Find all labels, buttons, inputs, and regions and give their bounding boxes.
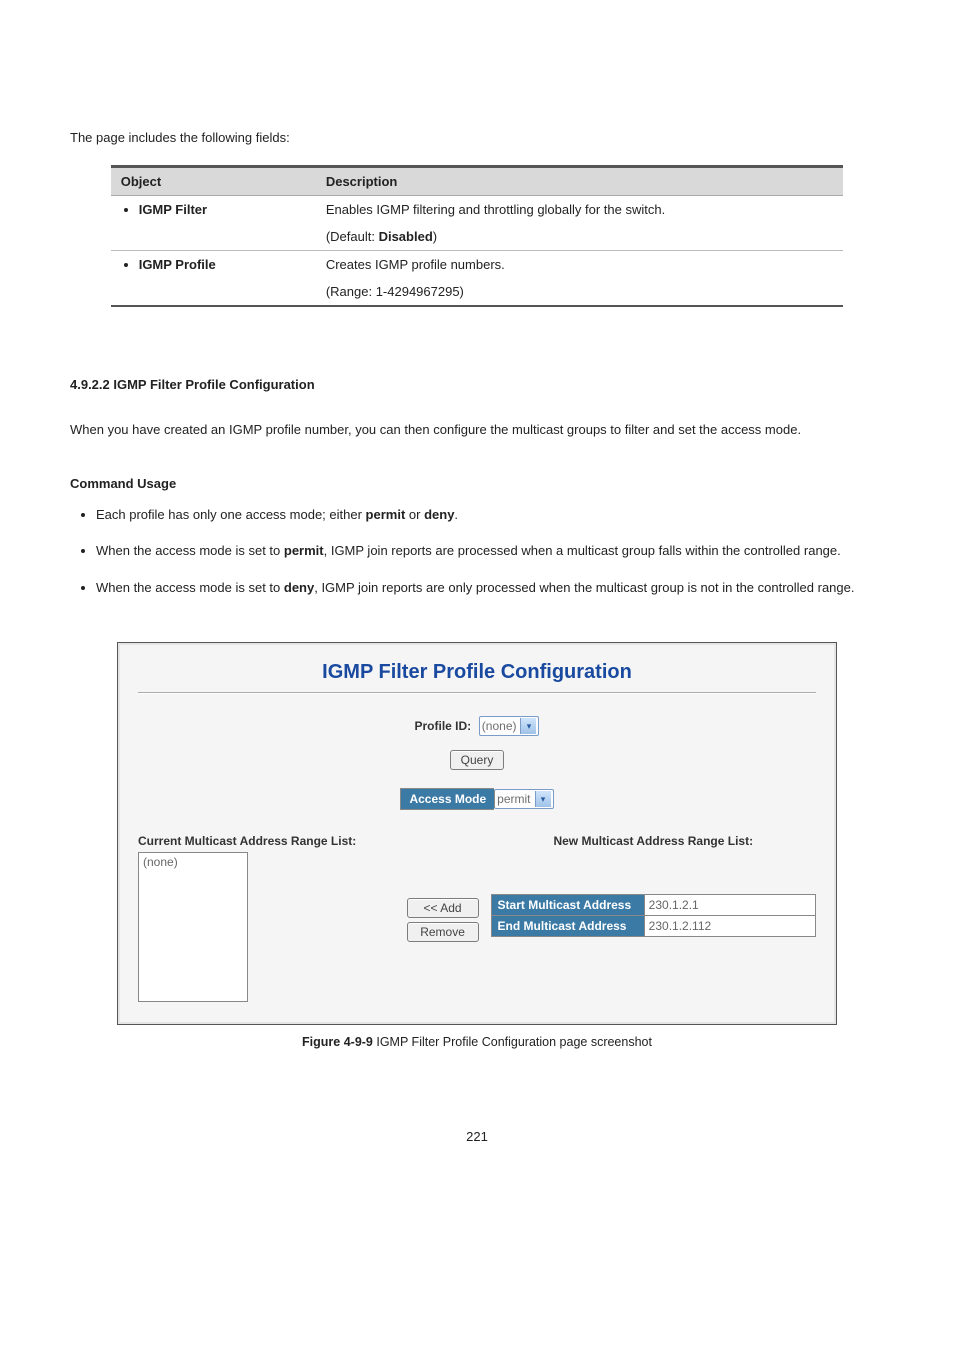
config-screenshot: IGMP Filter Profile Configuration Profil… [117,642,837,1025]
usage-item-1: Each profile has only one access mode; e… [96,501,884,530]
usage-heading: Command Usage [70,476,884,491]
new-range-header: New Multicast Address Range List: [491,834,816,848]
object-igmp-profile: IGMP Profile [139,257,306,272]
usage-list: Each profile has only one access mode; e… [70,501,884,603]
chevron-down-icon: ▾ [535,791,551,807]
end-address-input[interactable] [645,916,815,936]
object-igmp-filter: IGMP Filter [139,202,306,217]
start-address-label: Start Multicast Address [491,895,644,916]
desc-igmp-filter-1: Enables IGMP filtering and throttling gl… [316,196,843,224]
profile-id-select[interactable]: (none) ▾ [479,716,540,736]
desc-igmp-filter-2: (Default: Disabled) [316,223,843,251]
page-number: 221 [70,1129,884,1144]
usage-item-2: When the access mode is set to permit, I… [96,537,884,566]
section-heading: 4.9.2.2 IGMP Filter Profile Configuratio… [70,377,884,392]
col-header-description: Description [316,167,843,196]
chevron-down-icon: ▾ [520,718,536,734]
figure-caption: Figure 4-9-9 IGMP Filter Profile Configu… [70,1035,884,1049]
col-header-object: Object [111,167,316,196]
current-range-header: Current Multicast Address Range List: [138,834,491,848]
query-button[interactable]: Query [450,750,505,770]
add-button[interactable]: << Add [407,898,479,918]
intro-text: The page includes the following fields: [70,130,884,145]
current-range-listbox[interactable]: (none) [138,852,248,1002]
list-item[interactable]: (none) [143,855,243,869]
profile-id-label: Profile ID: [415,719,472,733]
start-address-input[interactable] [645,895,815,915]
access-mode-label: Access Mode [400,788,494,810]
remove-button[interactable]: Remove [407,922,479,942]
panel-title: IGMP Filter Profile Configuration [138,657,816,694]
usage-item-3: When the access mode is set to deny, IGM… [96,574,884,603]
desc-igmp-profile-1: Creates IGMP profile numbers. [316,251,843,279]
desc-igmp-profile-2: (Range: 1-4294967295) [316,278,843,306]
fields-table: Object Description IGMP Filter Enables I… [111,165,844,307]
end-address-label: End Multicast Address [491,916,644,937]
section-para: When you have created an IGMP profile nu… [70,420,884,440]
access-mode-select[interactable]: permit ▾ [494,789,553,809]
